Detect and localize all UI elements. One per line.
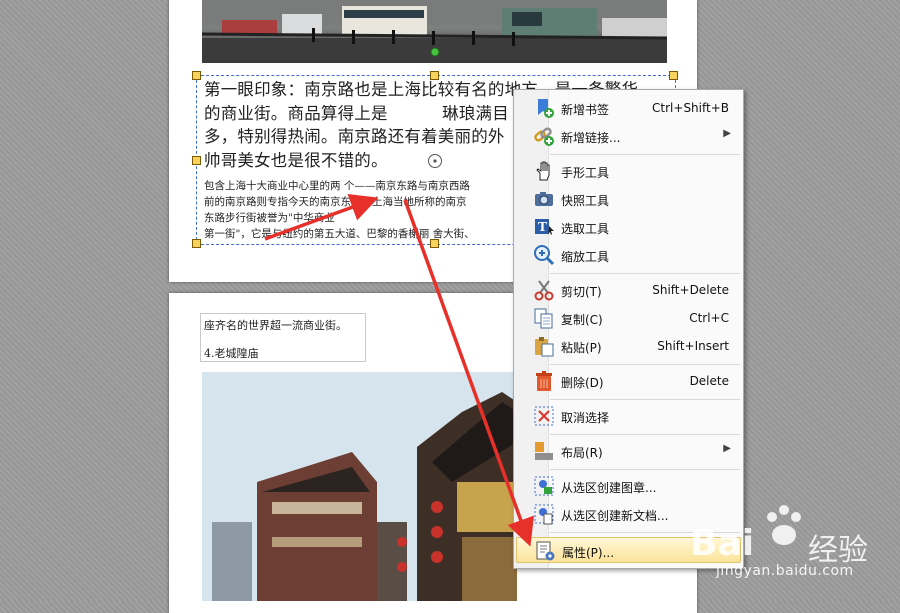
arrow-to-properties bbox=[403, 199, 535, 547]
paw-icon bbox=[767, 505, 801, 545]
baidu-watermark: Bai 经验 jingyan.baidu.com bbox=[690, 495, 890, 585]
arrow-to-selection bbox=[264, 194, 379, 241]
watermark-brand: Bai bbox=[690, 523, 755, 564]
watermark-url: jingyan.baidu.com bbox=[716, 563, 854, 579]
